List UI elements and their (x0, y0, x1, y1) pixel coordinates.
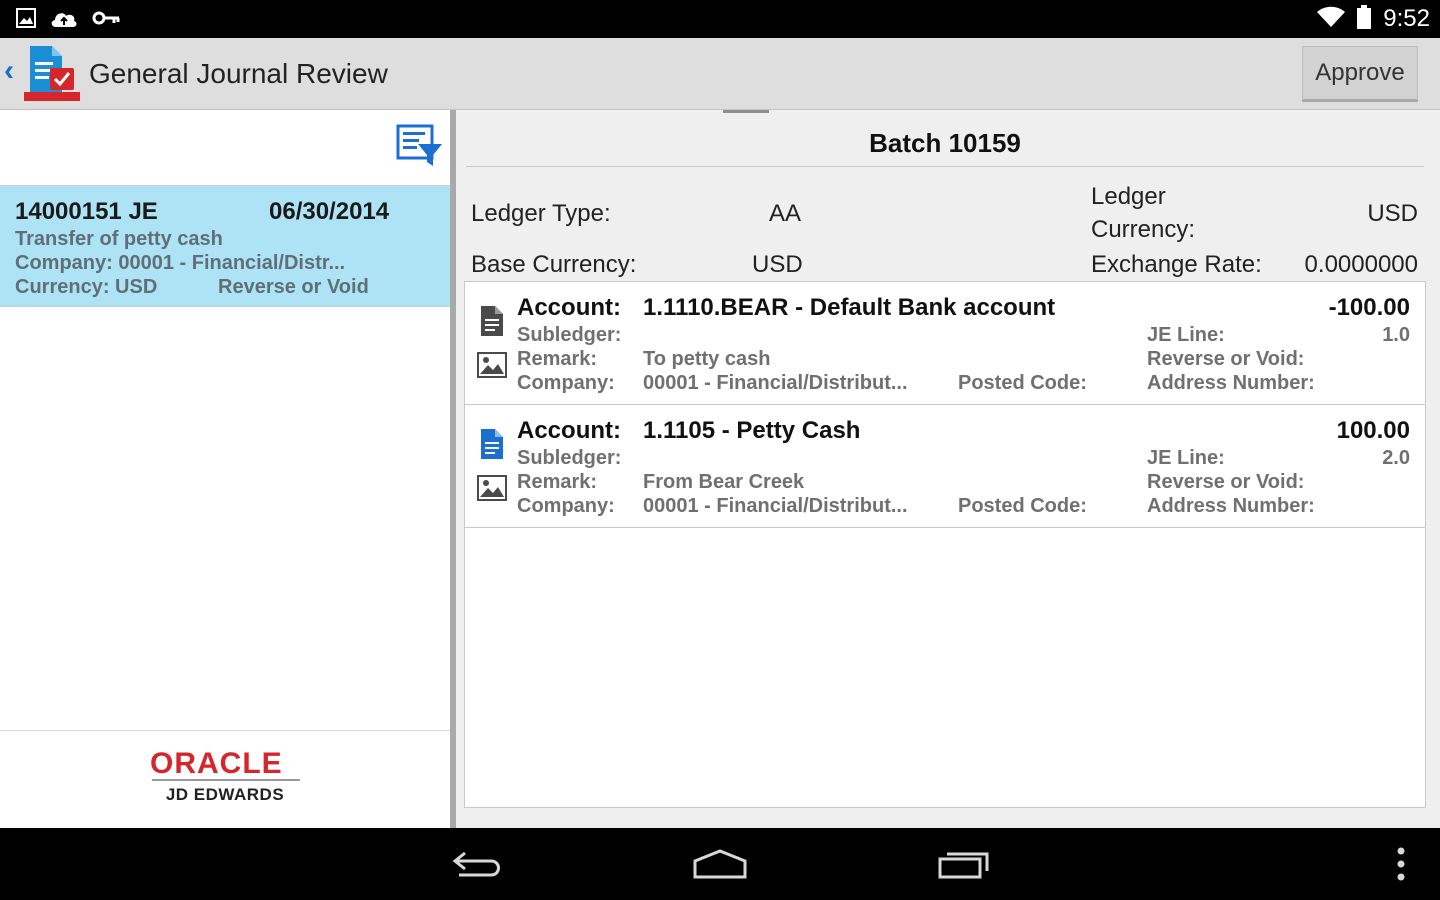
cloud-upload-icon (50, 8, 78, 33)
app-title: General Journal Review (89, 58, 388, 89)
wifi-icon (1317, 6, 1346, 33)
divider (466, 166, 1424, 167)
posted-code-label: Posted Code: (958, 372, 1087, 394)
back-icon[interactable] (448, 842, 508, 886)
list-item[interactable]: 14000151 JE 06/30/2014 Transfer of petty… (0, 185, 450, 307)
base-currency-value: USD (752, 251, 803, 278)
line-amount: -100.00 (1328, 294, 1410, 321)
remark-label: Remark: (517, 471, 598, 493)
action-bar: ‹ General Journal Review Approve (0, 38, 1440, 110)
journal-line[interactable]: Account: 1.1105 - Petty Cash 100.00 Subl… (465, 405, 1425, 528)
recent-apps-icon[interactable] (934, 842, 994, 886)
oracle-logo: ORACLE (150, 747, 283, 777)
svg-text:ORACLE: ORACLE (150, 747, 283, 777)
drag-handle[interactable] (723, 110, 769, 113)
document-number: 14000151 JE (15, 198, 158, 225)
batch-title: Batch 10159 (869, 128, 1021, 158)
base-currency-label: Base Currency: (471, 251, 637, 278)
reverse-void-label: Reverse or Void: (1147, 348, 1305, 370)
reverse-void-label: Reverse or Void: (1147, 471, 1305, 493)
account-value: 1.1110.BEAR - Default Bank account (643, 294, 1056, 321)
document-currency: Currency: USD (15, 276, 158, 298)
exchange-rate-value: 0.0000000 (1304, 251, 1418, 278)
remark-value: From Bear Creek (643, 471, 805, 493)
remark-label: Remark: (517, 348, 598, 370)
branding-footer: ORACLE JD EDWARDS (0, 730, 450, 828)
logo-divider (152, 779, 300, 781)
image-icon (16, 8, 36, 33)
jde-logo-text: JD EDWARDS (165, 785, 285, 804)
image-attachment-icon[interactable] (477, 352, 507, 378)
company-value: 00001 - Financial/Distribut... (643, 495, 908, 517)
ledger-currency-value: USD (1367, 200, 1418, 227)
approve-button[interactable]: Approve (1302, 46, 1418, 102)
address-number-label: Address Number: (1147, 495, 1315, 517)
filter-bar (0, 110, 450, 184)
journal-list-pane: 14000151 JE 06/30/2014 Transfer of petty… (0, 110, 450, 828)
batch-detail-pane: Batch 10159 Ledger Type: AA Ledger Curre… (456, 110, 1440, 828)
remark-value: To petty cash (643, 348, 771, 370)
ledger-type-value: AA (769, 200, 802, 227)
document-date: 06/30/2014 (269, 198, 390, 225)
home-icon[interactable] (688, 842, 752, 886)
exchange-rate-label: Exchange Rate: (1091, 251, 1262, 278)
image-attachment-icon[interactable] (477, 475, 507, 501)
company-value: 00001 - Financial/Distribut... (643, 372, 908, 394)
subledger-label: Subledger: (517, 447, 622, 469)
filter-icon[interactable] (396, 124, 444, 168)
app-icon[interactable] (22, 44, 82, 102)
status-clock: 9:52 (1383, 5, 1430, 32)
account-value: 1.1105 - Petty Cash (643, 417, 861, 444)
company-label: Company: (517, 495, 615, 517)
ledger-currency-label-line1: Ledger (1091, 183, 1166, 210)
je-line-value: 1.0 (1382, 324, 1410, 346)
document-company: Company: 00001 - Financial/Distr... (15, 252, 346, 274)
document-icon[interactable] (481, 429, 503, 459)
journal-lines: Account: 1.1110.BEAR - Default Bank acco… (464, 281, 1426, 808)
je-line-value: 2.0 (1382, 447, 1410, 469)
document-icon[interactable] (481, 306, 503, 336)
status-bar: 9:52 (0, 0, 1440, 38)
account-label: Account: (517, 294, 621, 321)
posted-code-label: Posted Code: (958, 495, 1087, 517)
ledger-type-label: Ledger Type: (471, 200, 611, 227)
navigation-bar (0, 828, 1440, 900)
je-line-label: JE Line: (1147, 324, 1225, 346)
ledger-currency-label-line2: Currency: (1091, 216, 1196, 243)
address-number-label: Address Number: (1147, 372, 1315, 394)
je-line-label: JE Line: (1147, 447, 1225, 469)
account-label: Account: (517, 417, 621, 444)
battery-icon (1357, 4, 1372, 34)
key-icon (92, 10, 120, 31)
document-description: Transfer of petty cash (15, 228, 223, 250)
company-label: Company: (517, 372, 615, 394)
line-amount: 100.00 (1336, 417, 1410, 444)
document-status: Reverse or Void (218, 276, 369, 298)
subledger-label: Subledger: (517, 324, 622, 346)
journal-line[interactable]: Account: 1.1110.BEAR - Default Bank acco… (465, 282, 1425, 405)
back-chevron-icon[interactable]: ‹ (4, 56, 14, 86)
overflow-menu-icon[interactable] (1388, 842, 1414, 886)
